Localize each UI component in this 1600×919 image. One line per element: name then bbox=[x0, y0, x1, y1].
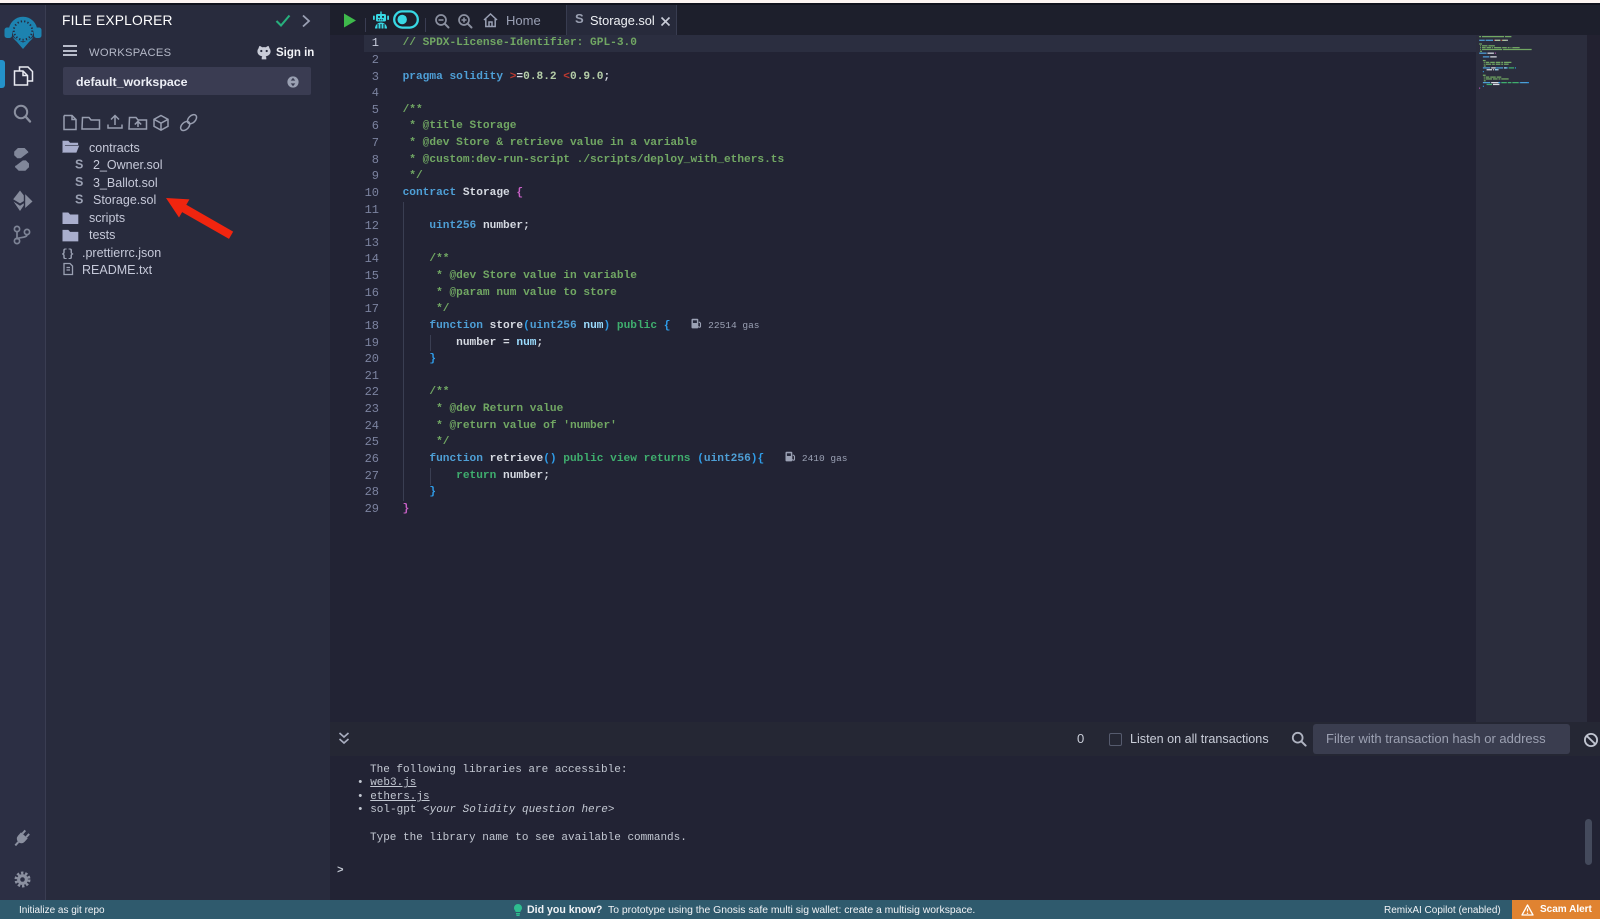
svg-text:S: S bbox=[75, 158, 83, 172]
svg-text:S: S bbox=[75, 193, 83, 207]
svg-text:S: S bbox=[75, 175, 83, 189]
svg-text:{}: {} bbox=[62, 249, 74, 261]
